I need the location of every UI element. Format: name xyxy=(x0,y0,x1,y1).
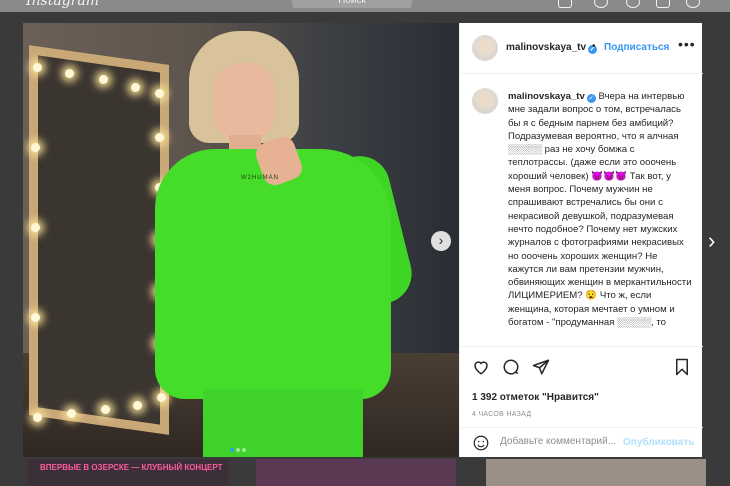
mirror-bulb xyxy=(67,409,76,418)
save-bookmark-icon[interactable] xyxy=(673,358,691,376)
mirror-bulb xyxy=(131,83,140,92)
mirror-bulb xyxy=(157,393,166,402)
mirror-bulb xyxy=(65,69,74,78)
comment-bar: Опубликовать xyxy=(460,427,703,458)
top-navigation-bar: Instagram Поиск xyxy=(0,0,730,12)
verified-badge-icon: ✓ xyxy=(586,94,596,103)
post-photo[interactable]: W2HUMAN › xyxy=(23,23,459,457)
carousel-dots xyxy=(229,439,247,457)
comment-input[interactable] xyxy=(500,436,618,447)
author-username[interactable]: malinovskaya_tv ✓ xyxy=(506,42,598,54)
comment-bubble-icon[interactable] xyxy=(502,358,520,376)
search-input[interactable]: Поиск xyxy=(292,0,412,8)
direct-icon[interactable] xyxy=(594,0,608,8)
caption-text-block: malinovskaya_tv ✓ Вчера на интервью мне з… xyxy=(508,90,694,329)
grid-thumbnail[interactable]: ВПЕРВЫЕ В ОЗЕРСКЕ — КЛУБНЫЙ КОНЦЕРТ xyxy=(28,459,228,486)
mirror-bulb xyxy=(101,405,110,414)
header-separator: • xyxy=(592,41,596,52)
post-modal: W2HUMAN › malinovskaya_tv ✓ • Подписаться… xyxy=(23,23,703,457)
grid-thumbnail[interactable] xyxy=(256,459,456,486)
more-options-icon[interactable]: ••• xyxy=(678,36,696,52)
follow-button[interactable]: Подписаться xyxy=(604,42,669,53)
username-text[interactable]: malinovskaya_tv xyxy=(506,42,586,53)
caption-body: Вчера на интервью мне задали вопрос о то… xyxy=(508,91,692,329)
mirror-bulb xyxy=(133,401,142,410)
activity-heart-icon[interactable] xyxy=(656,0,670,8)
explore-icon[interactable] xyxy=(626,0,640,8)
carousel-next-button[interactable]: › xyxy=(431,231,451,251)
post-side-panel: malinovskaya_tv ✓ • Подписаться ••• malin… xyxy=(459,23,703,457)
mirror-bulb xyxy=(31,143,40,152)
likes-count[interactable]: 1 392 отметок "Нравится" xyxy=(472,392,599,403)
carousel-dot xyxy=(236,448,240,452)
post-caption: malinovskaya_tv ✓ Вчера на интервью мне з… xyxy=(460,74,703,346)
caption-username[interactable]: malinovskaya_tv xyxy=(508,91,585,102)
mirror-bulb xyxy=(99,75,108,84)
mirror-bulb xyxy=(33,63,42,72)
next-post-chevron-icon[interactable]: › xyxy=(708,228,715,254)
mirror-bulb xyxy=(31,313,40,322)
post-actions-section: 1 392 отметок "Нравится" 4 ЧАСОВ НАЗАД О… xyxy=(460,346,703,457)
mirror-bulb xyxy=(155,133,164,142)
post-timestamp[interactable]: 4 ЧАСОВ НАЗАД xyxy=(472,411,531,418)
mirror-bulb xyxy=(155,89,164,98)
emoji-smile-icon[interactable] xyxy=(472,434,490,452)
mirror-bulb xyxy=(31,223,40,232)
carousel-dot-active xyxy=(230,448,234,452)
like-heart-icon[interactable] xyxy=(472,358,490,376)
profile-avatar-icon[interactable] xyxy=(686,0,700,8)
share-direct-icon[interactable] xyxy=(532,358,550,376)
photo-pants xyxy=(203,389,363,457)
carousel-dot xyxy=(242,448,246,452)
post-header: malinovskaya_tv ✓ • Подписаться ••• xyxy=(460,23,703,74)
caption-author-avatar[interactable] xyxy=(472,88,498,114)
photo-face xyxy=(213,63,275,143)
grid-thumbnail[interactable] xyxy=(486,459,706,486)
photo-mirror xyxy=(29,45,169,435)
thumbnail-caption: ВПЕРВЫЕ В ОЗЕРСКЕ — КЛУБНЫЙ КОНЦЕРТ xyxy=(40,463,223,472)
author-avatar[interactable] xyxy=(472,35,498,61)
photo-sweatshirt xyxy=(155,149,391,399)
sweatshirt-brand-text: W2HUMAN xyxy=(241,175,279,181)
home-icon[interactable] xyxy=(558,0,572,8)
publish-comment-button[interactable]: Опубликовать xyxy=(623,437,694,448)
instagram-logo[interactable]: Instagram xyxy=(26,0,99,9)
mirror-bulb xyxy=(33,413,42,422)
